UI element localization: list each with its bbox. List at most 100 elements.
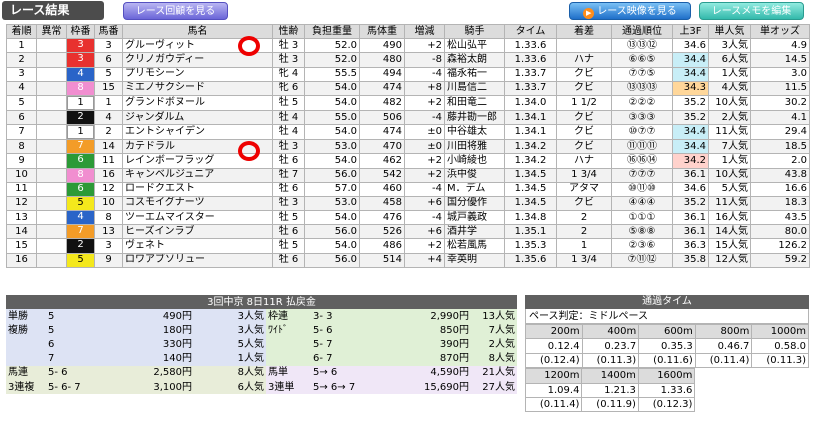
frame-badge: 4 xyxy=(66,66,95,82)
cell-pass: ⑪⑪⑪ xyxy=(611,139,673,155)
frame-badge: 6 xyxy=(66,181,95,197)
cell-sexage: 牡 7 xyxy=(272,167,305,183)
cell-pass: ⑬⑬⑬ xyxy=(611,80,673,96)
table-row[interactable]: 2 3 6 クリノガウディー牡 3 52.0 480 -8 森裕太朗 1.33.6 ハナ ⑥⑥⑤ 34… xyxy=(6,52,810,68)
table-row[interactable]: 1 3 3 グルーヴィット牡 3 52.0 490 +2 松山弘平 1.33.6 ⑬⑬⑫ 34.6 3… xyxy=(6,38,810,54)
table-row[interactable]: 6 2 4 ジャンダルム牡 4 55.0 506 -4 藤井勘一郎 1.34.1 クビ ③③③ 35.… xyxy=(6,109,810,126)
frame-number: 1 xyxy=(67,125,94,139)
cell-jockey[interactable]: 中谷雄太 xyxy=(444,124,505,141)
cell-pop: 6人気 xyxy=(708,52,751,68)
payout-t2: ﾜｲﾄﾞ xyxy=(266,323,311,338)
cell-time: 1.34.8 xyxy=(504,210,557,226)
cell-odds: 43.5 xyxy=(750,210,810,226)
table-row[interactable]: 16 5 9 ロワアブソリュー牡 6 56.0 514 +4 幸英明 1.35.6 1 3/4 ⑦⑪… xyxy=(6,252,810,268)
passing-cell: 0.12.4 xyxy=(525,338,583,354)
cell-jockey[interactable]: 浜中俊 xyxy=(444,167,505,183)
cell-name[interactable]: ツーエムマイスター xyxy=(122,210,273,226)
cell-sexage: 牡 6 xyxy=(272,153,305,169)
table-row[interactable]: 10 8 16 キャンベルジュニア牡 7 56.0 542 +2 浜中俊 1.34.5 1 3/4… xyxy=(6,167,810,183)
cell-name[interactable]: ヴェネト xyxy=(122,238,273,254)
cell-wt: 54.0 xyxy=(304,153,360,169)
frame-number: 2 xyxy=(67,111,94,124)
cell-pass: ⑦⑦⑤ xyxy=(611,66,673,82)
cell-pos: 2 xyxy=(6,52,37,68)
passing-cell: (0.11.9) xyxy=(581,396,639,413)
cell-name[interactable]: ジャンダルム xyxy=(122,109,273,126)
cell-margin: クビ xyxy=(556,139,612,155)
table-row[interactable]: 11 6 12 ロードクエスト牡 6 57.0 460 -4 M．デム 1.34.5 アタマ ⑩⑪⑩… xyxy=(6,181,810,197)
payout-row: 馬連 5- 6 2,580円 8人気 馬単 5→ 6 4,590円 21人気 xyxy=(6,365,517,380)
column-header: 単人気 xyxy=(708,23,751,40)
cell-jockey[interactable]: 松若風馬 xyxy=(444,238,505,254)
cell-margin: クビ xyxy=(556,66,612,82)
cell-time: 1.34.5 xyxy=(504,167,557,183)
race-video-button[interactable]: ▶ レース映像を見る xyxy=(569,2,691,20)
payout-row: 6 330円 5人気 5- 7 390円 2人気 xyxy=(6,337,517,352)
cell-jockey[interactable]: 国分優作 xyxy=(444,195,505,212)
table-row[interactable]: 3 4 5 プリモシーン牝 4 55.5 494 -4 福永祐一 1.33.7 クビ ⑦⑦⑤ 34.4… xyxy=(6,66,810,82)
table-row[interactable]: 15 2 3 ヴェネト牡 5 54.0 486 +2 松若風馬 1.35.3 1 ②③⑥ 36.3 15… xyxy=(6,238,810,254)
column-header: タイム xyxy=(504,23,557,40)
cell-ab xyxy=(36,181,67,197)
cell-ab xyxy=(36,139,67,155)
table-row[interactable]: 8 7 14 カテドラル牡 3 53.0 470 ±0 川田将雅 1.34.2 クビ ⑪⑪⑪ 34.4… xyxy=(6,139,810,155)
cell-name[interactable]: グランドボヌール xyxy=(122,94,273,111)
table-row[interactable]: 9 6 11 レインボーフラッグ牡 6 54.0 462 +2 小崎綾也 1.34.2 ハナ ⑯⑯⑭… xyxy=(6,153,810,169)
cell-jockey[interactable]: 川島信二 xyxy=(444,80,505,96)
race-review-button[interactable]: レース回顧を見る xyxy=(123,2,228,20)
cell-margin: クビ xyxy=(556,109,612,126)
payout-t2: 3連単 xyxy=(266,379,311,395)
cell-pass: ⑬⑬⑫ xyxy=(611,38,673,54)
cell-name[interactable]: プリモシーン xyxy=(122,66,273,82)
cell-diff: +6 xyxy=(404,224,445,240)
payout-c1: 5 xyxy=(46,323,104,338)
table-row[interactable]: 13 4 8 ツーエムマイスター牡 5 54.0 476 -4 城戸義政 1.34.8 2 ①①① 3… xyxy=(6,210,810,226)
cell-name[interactable]: コスモイグナーツ xyxy=(122,195,273,212)
cell-jockey[interactable]: 和田竜二 xyxy=(444,94,505,111)
cell-name[interactable]: ヒーズインラブ xyxy=(122,224,273,240)
cell-pop: 4人気 xyxy=(708,80,751,96)
table-row[interactable]: 14 7 13 ヒーズインラブ牡 6 56.0 526 +6 酒井学 1.35.1 2 ⑤⑧⑧ 36.… xyxy=(6,224,810,240)
cell-jockey[interactable]: 小崎綾也 xyxy=(444,153,505,169)
cell-jockey[interactable]: 藤井勘一郎 xyxy=(444,109,505,126)
cell-name[interactable]: ロードクエスト xyxy=(122,181,273,197)
passing-row: 1200m 1400m 1600m xyxy=(524,368,696,384)
race-memo-button[interactable]: レースメモを編集 xyxy=(699,2,804,20)
cell-odds: 126.2 xyxy=(750,238,810,254)
passing-cell: 1.09.4 xyxy=(524,382,583,398)
cell-diff: -4 xyxy=(404,181,445,197)
cell-name[interactable]: キャンベルジュニア xyxy=(122,167,273,183)
table-row[interactable]: 5 1 1 グランドボヌール牡 5 54.0 482 +2 和田竜二 1.34.0 1 1/2 ②②… xyxy=(6,94,810,111)
payout-t2: 馬単 xyxy=(266,365,311,380)
passing-row: (0.12.4) (0.11.3) (0.11.6) (0.11.4) (0.11.3) xyxy=(525,352,809,369)
cell-jockey[interactable]: M．デム xyxy=(444,181,505,197)
cell-wt: 52.0 xyxy=(304,52,360,68)
cell-name[interactable]: ロワアブソリュー xyxy=(122,252,273,268)
cell-jockey[interactable]: 川田将雅 xyxy=(444,139,505,155)
cell-jockey[interactable]: 幸英明 xyxy=(444,252,505,268)
passing-row: 200m 400m 600m 800m 1000m xyxy=(525,323,809,340)
table-row[interactable]: 7 1 2 エントシャイデン牡 4 54.0 474 ±0 中谷雄太 1.34.1 クビ ⑩⑦⑦ 34… xyxy=(6,124,810,141)
table-row[interactable]: 4 8 15 ミエノサクシード牝 6 54.0 474 +8 川島信二 1.33.7 クビ ⑬⑬⑬ 3… xyxy=(6,80,810,96)
table-row[interactable]: 12 5 10 コスモイグナーツ牡 3 53.0 458 +6 国分優作 1.34.5 クビ ④④④… xyxy=(6,195,810,212)
cell-name[interactable]: ミエノサクシード xyxy=(122,80,273,96)
payout-y1: 2,580円 xyxy=(104,365,194,380)
cell-jockey[interactable]: 酒井学 xyxy=(444,224,505,240)
frame-number: 6 xyxy=(67,154,94,167)
cell-jockey[interactable]: 城戸義政 xyxy=(444,210,505,226)
cell-jockey[interactable]: 福永祐一 xyxy=(444,66,505,82)
payout-y2: 850円 xyxy=(399,323,471,338)
cell-num: 15 xyxy=(94,80,123,96)
payout-p1: 5人気 xyxy=(194,337,266,352)
cell-ab xyxy=(36,252,67,268)
cell-jockey[interactable]: 森裕太朗 xyxy=(444,52,505,68)
cell-pass: ②②② xyxy=(611,94,673,111)
passing-cell: (0.12.4) xyxy=(525,352,583,369)
payout-t1: 3連複 xyxy=(6,379,46,395)
cell-name[interactable]: エントシャイデン xyxy=(122,124,273,141)
cell-body: 474 xyxy=(359,124,405,141)
cell-odds: 4.1 xyxy=(750,109,810,126)
cell-f3: 35.2 xyxy=(672,94,709,111)
cell-jockey[interactable]: 松山弘平 xyxy=(444,38,505,54)
cell-body: 486 xyxy=(359,238,405,254)
